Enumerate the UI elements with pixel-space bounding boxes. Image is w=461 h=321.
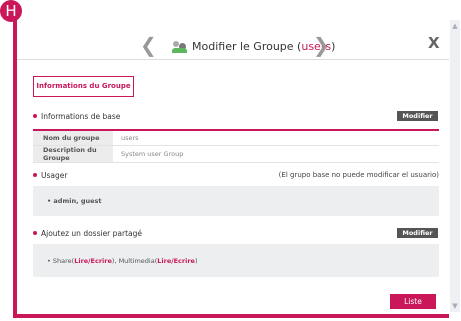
list-end: ) bbox=[194, 256, 198, 265]
title-suffix: ) bbox=[331, 39, 336, 53]
basic-info-label: Informations de base bbox=[41, 111, 121, 121]
row-label: Description du Groupe bbox=[33, 146, 113, 162]
multimedia-permission: Lire/Ecrire bbox=[157, 256, 195, 265]
title-prefix: Modifier le Groupe ( bbox=[192, 39, 302, 53]
table-row: Nom du groupe users bbox=[33, 131, 439, 146]
prev-arrow-icon[interactable]: ❮ bbox=[140, 35, 157, 55]
row-value: System user Group bbox=[121, 150, 184, 158]
modify-shared-button[interactable]: Modifier bbox=[397, 228, 438, 238]
users-list: • admin, guest bbox=[33, 186, 439, 216]
next-arrow-icon[interactable]: ❯ bbox=[313, 35, 330, 55]
table-row: Description du Groupe System user Group bbox=[33, 146, 439, 163]
scrollbar[interactable]: ▲ ▼ bbox=[450, 20, 460, 312]
modify-basic-button[interactable]: Modifier bbox=[397, 111, 438, 121]
share-name: Share( bbox=[52, 256, 75, 265]
bullet-icon bbox=[33, 114, 37, 118]
multimedia-name: ), Multimedia( bbox=[111, 256, 158, 265]
bullet-icon bbox=[33, 173, 37, 177]
dialog-title: Modifier le Groupe (users) bbox=[172, 37, 335, 55]
users-label: Usager bbox=[41, 170, 68, 180]
help-badge[interactable]: H bbox=[0, 0, 22, 22]
share-permission: Lire/Ecrire bbox=[74, 256, 112, 265]
shared-folder-list: • Share(Lire/Ecrire), Multimedia(Lire/Ec… bbox=[33, 244, 439, 277]
users-heading: Usager bbox=[33, 169, 67, 181]
basic-info-heading: Informations de base bbox=[33, 110, 120, 122]
scroll-down-icon[interactable]: ▼ bbox=[451, 302, 459, 310]
shared-folder-heading: Ajoutez un dossier partagé bbox=[33, 227, 142, 239]
dialog-header: ❮ Modifier le Groupe (users) ❯ X bbox=[17, 30, 449, 60]
row-label: Nom du groupe bbox=[33, 131, 113, 145]
group-icon bbox=[172, 39, 188, 53]
bullet-icon bbox=[33, 231, 37, 235]
close-icon[interactable]: X bbox=[428, 34, 440, 52]
row-value: users bbox=[121, 134, 139, 142]
scroll-up-icon[interactable]: ▲ bbox=[451, 22, 459, 30]
tab-group-info[interactable]: Informations du Groupe bbox=[33, 76, 134, 97]
header-divider bbox=[17, 59, 449, 60]
users-note: (El grupo base no puede modificar el usu… bbox=[278, 171, 439, 179]
list-button[interactable]: Liste bbox=[390, 294, 436, 309]
shared-folder-label: Ajoutez un dossier partagé bbox=[41, 228, 143, 238]
